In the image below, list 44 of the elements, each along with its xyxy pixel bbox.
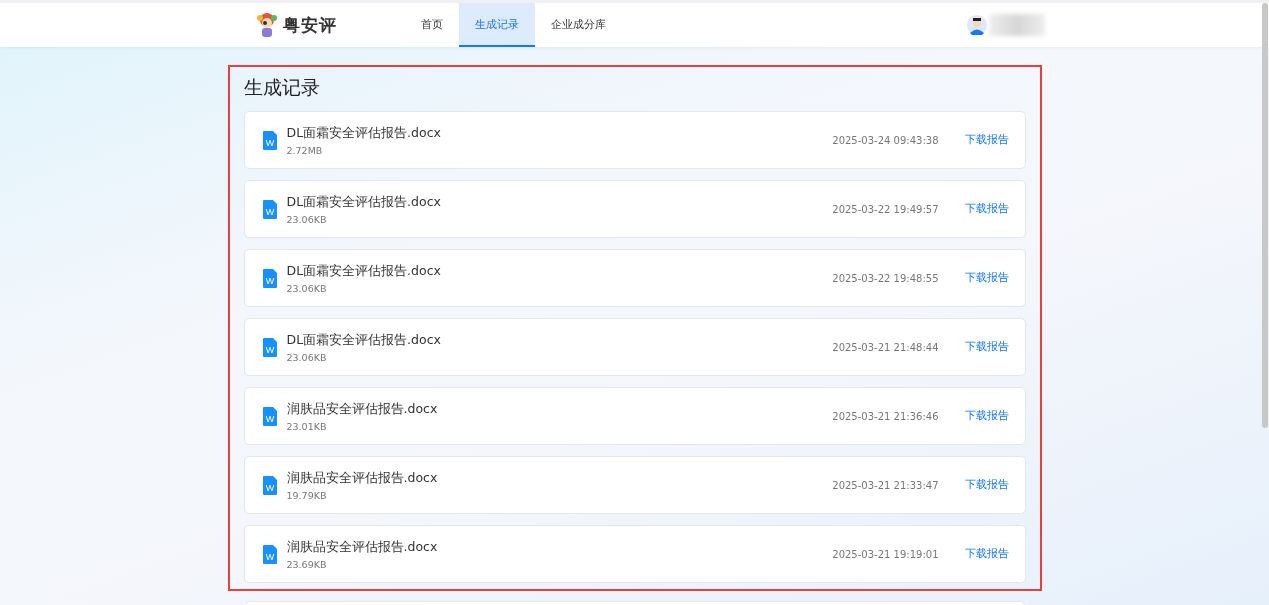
brand-name: 粤安评 (282, 13, 337, 37)
file-name: DL面霜安全评估报告.docx (286, 193, 442, 211)
word-document-icon: W (262, 199, 277, 219)
avatar-icon[interactable] (966, 15, 987, 35)
download-link[interactable]: 下载报告 (964, 478, 1009, 492)
nav-tab[interactable]: 生成记录 (458, 3, 535, 47)
file-size: 23.06KB (286, 351, 328, 363)
scrollbar[interactable] (1262, 3, 1268, 428)
file-name: DL面霜安全评估报告.docx (286, 124, 442, 142)
file-size: 23.06KB (286, 282, 328, 294)
page-title: 生成记录 (243, 75, 321, 100)
file-name: DL面霜安全评估报告.docx (286, 331, 442, 349)
nav-tab[interactable]: 企业成分库 (534, 3, 622, 47)
download-link[interactable]: 下载报告 (964, 547, 1009, 561)
created-time: 2025-03-21 21:36:46 (832, 410, 939, 422)
nav-tab[interactable]: 首页 (404, 3, 459, 47)
download-link[interactable]: 下载报告 (964, 271, 1009, 285)
word-document-icon: W (262, 337, 277, 357)
word-document-icon: W (262, 130, 277, 150)
blurred-username (988, 14, 1045, 36)
download-link[interactable]: 下载报告 (964, 202, 1009, 216)
file-size: 23.01KB (286, 420, 328, 432)
mascot-logo-icon (254, 12, 279, 38)
created-time: 2025-03-21 21:48:44 (832, 341, 939, 353)
created-time: 2025-03-21 19:19:01 (832, 548, 939, 560)
file-size: 23.69KB (286, 558, 328, 570)
created-time: 2025-03-24 09:43:38 (832, 134, 939, 146)
word-document-icon: W (262, 406, 277, 426)
file-size: 19.79KB (286, 489, 328, 501)
word-document-icon: W (262, 475, 277, 495)
word-document-icon: W (262, 268, 277, 288)
file-name: 润肤品安全评估报告.docx (286, 469, 439, 487)
file-size: 2.72MB (286, 144, 324, 156)
download-link[interactable]: 下载报告 (964, 133, 1009, 147)
download-link[interactable]: 下载报告 (964, 409, 1009, 423)
created-time: 2025-03-22 19:49:57 (832, 203, 939, 215)
file-size: 23.06KB (286, 213, 328, 225)
file-name: 润肤品安全评估报告.docx (286, 538, 439, 556)
download-link[interactable]: 下载报告 (964, 340, 1009, 354)
word-document-icon: W (262, 544, 277, 564)
file-name: 润肤品安全评估报告.docx (286, 400, 439, 418)
created-time: 2025-03-22 19:48:55 (832, 272, 939, 284)
created-time: 2025-03-21 21:33:47 (832, 479, 939, 491)
file-name: DL面霜安全评估报告.docx (286, 262, 442, 280)
